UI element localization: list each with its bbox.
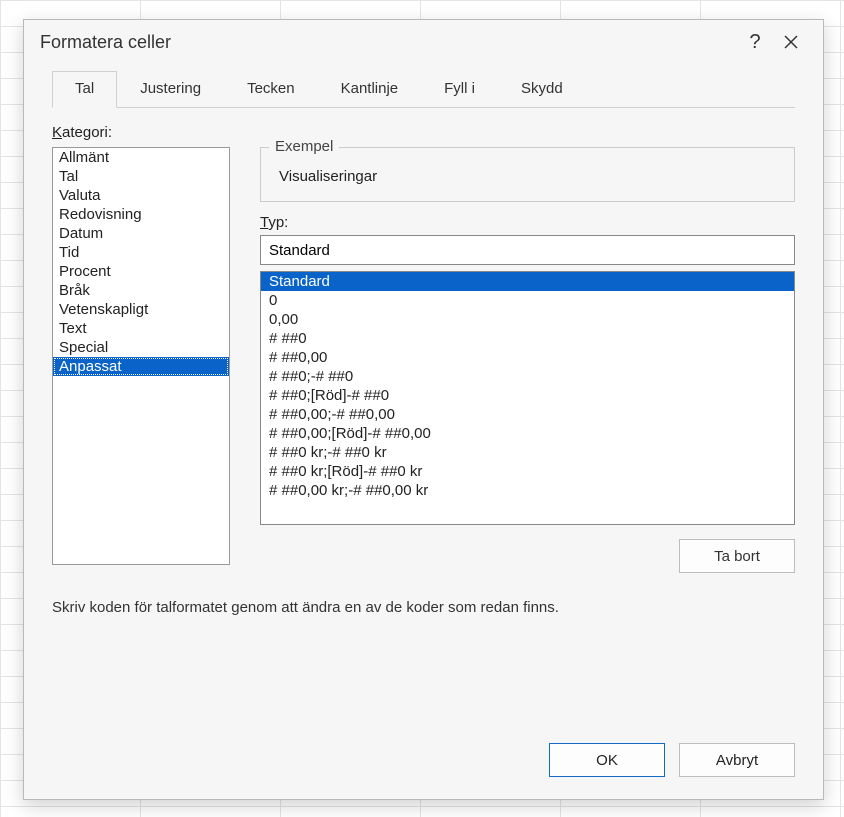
category-item[interactable]: Tal	[53, 167, 229, 186]
category-item[interactable]: Redovisning	[53, 205, 229, 224]
format-item[interactable]: # ##0;[Röd]-# ##0	[261, 386, 794, 405]
format-item[interactable]: # ##0,00;[Röd]-# ##0,00	[261, 424, 794, 443]
category-item[interactable]: Valuta	[53, 186, 229, 205]
category-item[interactable]: Datum	[53, 224, 229, 243]
category-item[interactable]: Bråk	[53, 281, 229, 300]
example-legend: Exempel	[269, 138, 339, 155]
dialog-body: Kategori: AllmäntTalValutaRedovisningDat…	[24, 108, 823, 725]
format-item[interactable]: # ##0,00	[261, 348, 794, 367]
tab-skydd[interactable]: Skydd	[498, 71, 586, 108]
category-list[interactable]: AllmäntTalValutaRedovisningDatumTidProce…	[52, 147, 230, 565]
format-item[interactable]: # ##0;-# ##0	[261, 367, 794, 386]
tab-fyll[interactable]: Fyll i	[421, 71, 498, 108]
tab-strip: Tal Justering Tecken Kantlinje Fyll i Sk…	[52, 70, 795, 108]
hint-text: Skriv koden för talformatet genom att än…	[52, 599, 795, 616]
delete-button[interactable]: Ta bort	[679, 539, 795, 573]
tab-tecken[interactable]: Tecken	[224, 71, 318, 108]
close-icon	[784, 35, 798, 49]
format-item[interactable]: # ##0,00;-# ##0,00	[261, 405, 794, 424]
type-input[interactable]	[260, 235, 795, 265]
format-item[interactable]: 0,00	[261, 310, 794, 329]
ok-button[interactable]: OK	[549, 743, 665, 777]
format-item[interactable]: Standard	[261, 272, 794, 291]
cancel-button[interactable]: Avbryt	[679, 743, 795, 777]
dialog-title: Formatera celler	[40, 32, 171, 53]
format-item[interactable]: # ##0 kr;[Röd]-# ##0 kr	[261, 462, 794, 481]
category-label: Kategori:	[52, 124, 795, 141]
titlebar: Formatera celler ?	[24, 20, 823, 64]
tab-justering[interactable]: Justering	[117, 71, 224, 108]
close-button[interactable]	[773, 26, 809, 58]
format-item[interactable]: # ##0	[261, 329, 794, 348]
format-item[interactable]: # ##0,00 kr;-# ##0,00 kr	[261, 481, 794, 500]
dialog-footer: OK Avbryt	[24, 725, 823, 799]
format-item[interactable]: 0	[261, 291, 794, 310]
category-item[interactable]: Tid	[53, 243, 229, 262]
example-group: Exempel Visualiseringar	[260, 147, 795, 202]
format-cells-dialog: Formatera celler ? Tal Justering Tecken …	[23, 19, 824, 800]
tab-kantlinje[interactable]: Kantlinje	[318, 71, 422, 108]
category-item[interactable]: Special	[53, 338, 229, 357]
category-item[interactable]: Vetenskapligt	[53, 300, 229, 319]
format-list[interactable]: Standard00,00# ##0# ##0,00# ##0;-# ##0# …	[260, 271, 795, 525]
category-item[interactable]: Procent	[53, 262, 229, 281]
tab-tal[interactable]: Tal	[52, 71, 117, 108]
category-item[interactable]: Text	[53, 319, 229, 338]
help-button[interactable]: ?	[737, 26, 773, 58]
format-item[interactable]: # ##0 kr;-# ##0 kr	[261, 443, 794, 462]
category-item[interactable]: Allmänt	[53, 148, 229, 167]
type-label: Typ:	[260, 214, 795, 231]
category-item[interactable]: Anpassat	[53, 357, 229, 376]
example-value: Visualiseringar	[273, 158, 782, 185]
